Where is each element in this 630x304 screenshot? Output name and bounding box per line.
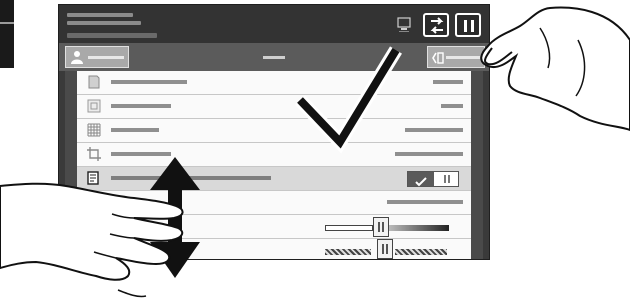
- pointing-hand-icon: [480, 6, 630, 132]
- swiping-hand-icon: [0, 182, 184, 298]
- gesture-overlay: [0, 6, 630, 298]
- checkmark-icon: [294, 46, 402, 154]
